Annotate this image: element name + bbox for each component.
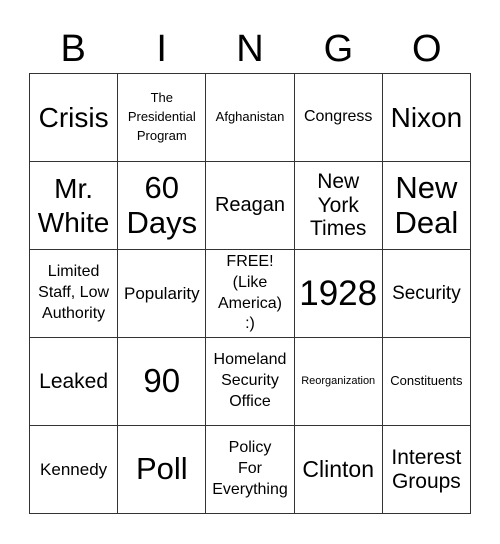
header-letter-o: O — [412, 28, 442, 70]
bingo-header: B I N G O — [29, 24, 471, 74]
bingo-cell: Popularity — [118, 250, 207, 338]
bingo-cell: Constituents — [382, 338, 471, 426]
bingo-cell: Clinton — [294, 426, 383, 514]
bingo-cell: Reorganization — [294, 338, 383, 426]
bingo-grid: Crisis The Presidential Program Afghanis… — [29, 73, 471, 514]
bingo-cell: The Presidential Program — [118, 74, 207, 162]
bingo-cell: Mr. White — [30, 162, 119, 250]
bingo-cell: Homeland Security Office — [206, 338, 295, 426]
bingo-cell: Kennedy — [30, 426, 119, 514]
bingo-cell: Interest Groups — [382, 426, 471, 514]
bingo-cell: New York Times — [294, 162, 383, 250]
header-letter-i: I — [156, 28, 167, 70]
bingo-cell: Afghanistan — [206, 74, 295, 162]
bingo-cell: Crisis — [30, 74, 119, 162]
header-letter-n: N — [236, 28, 264, 70]
bingo-cell: Nixon — [382, 74, 471, 162]
bingo-cell: Limited Staff, Low Authority — [30, 250, 119, 338]
bingo-cell: Reagan — [206, 162, 295, 250]
bingo-cell: Leaked — [30, 338, 119, 426]
bingo-cell: New Deal — [382, 162, 471, 250]
bingo-cell: 60 Days — [118, 162, 207, 250]
bingo-cell: Policy For Everything — [206, 426, 295, 514]
bingo-cell: Poll — [118, 426, 207, 514]
bingo-cell: 90 — [118, 338, 207, 426]
bingo-cell: Congress — [294, 74, 383, 162]
header-letter-b: B — [60, 28, 86, 70]
bingo-cell: Security — [382, 250, 471, 338]
header-letter-g: G — [323, 28, 354, 70]
bingo-cell free-space: FREE! (Like America) :) — [206, 250, 295, 338]
bingo-cell: 1928 — [294, 250, 383, 338]
